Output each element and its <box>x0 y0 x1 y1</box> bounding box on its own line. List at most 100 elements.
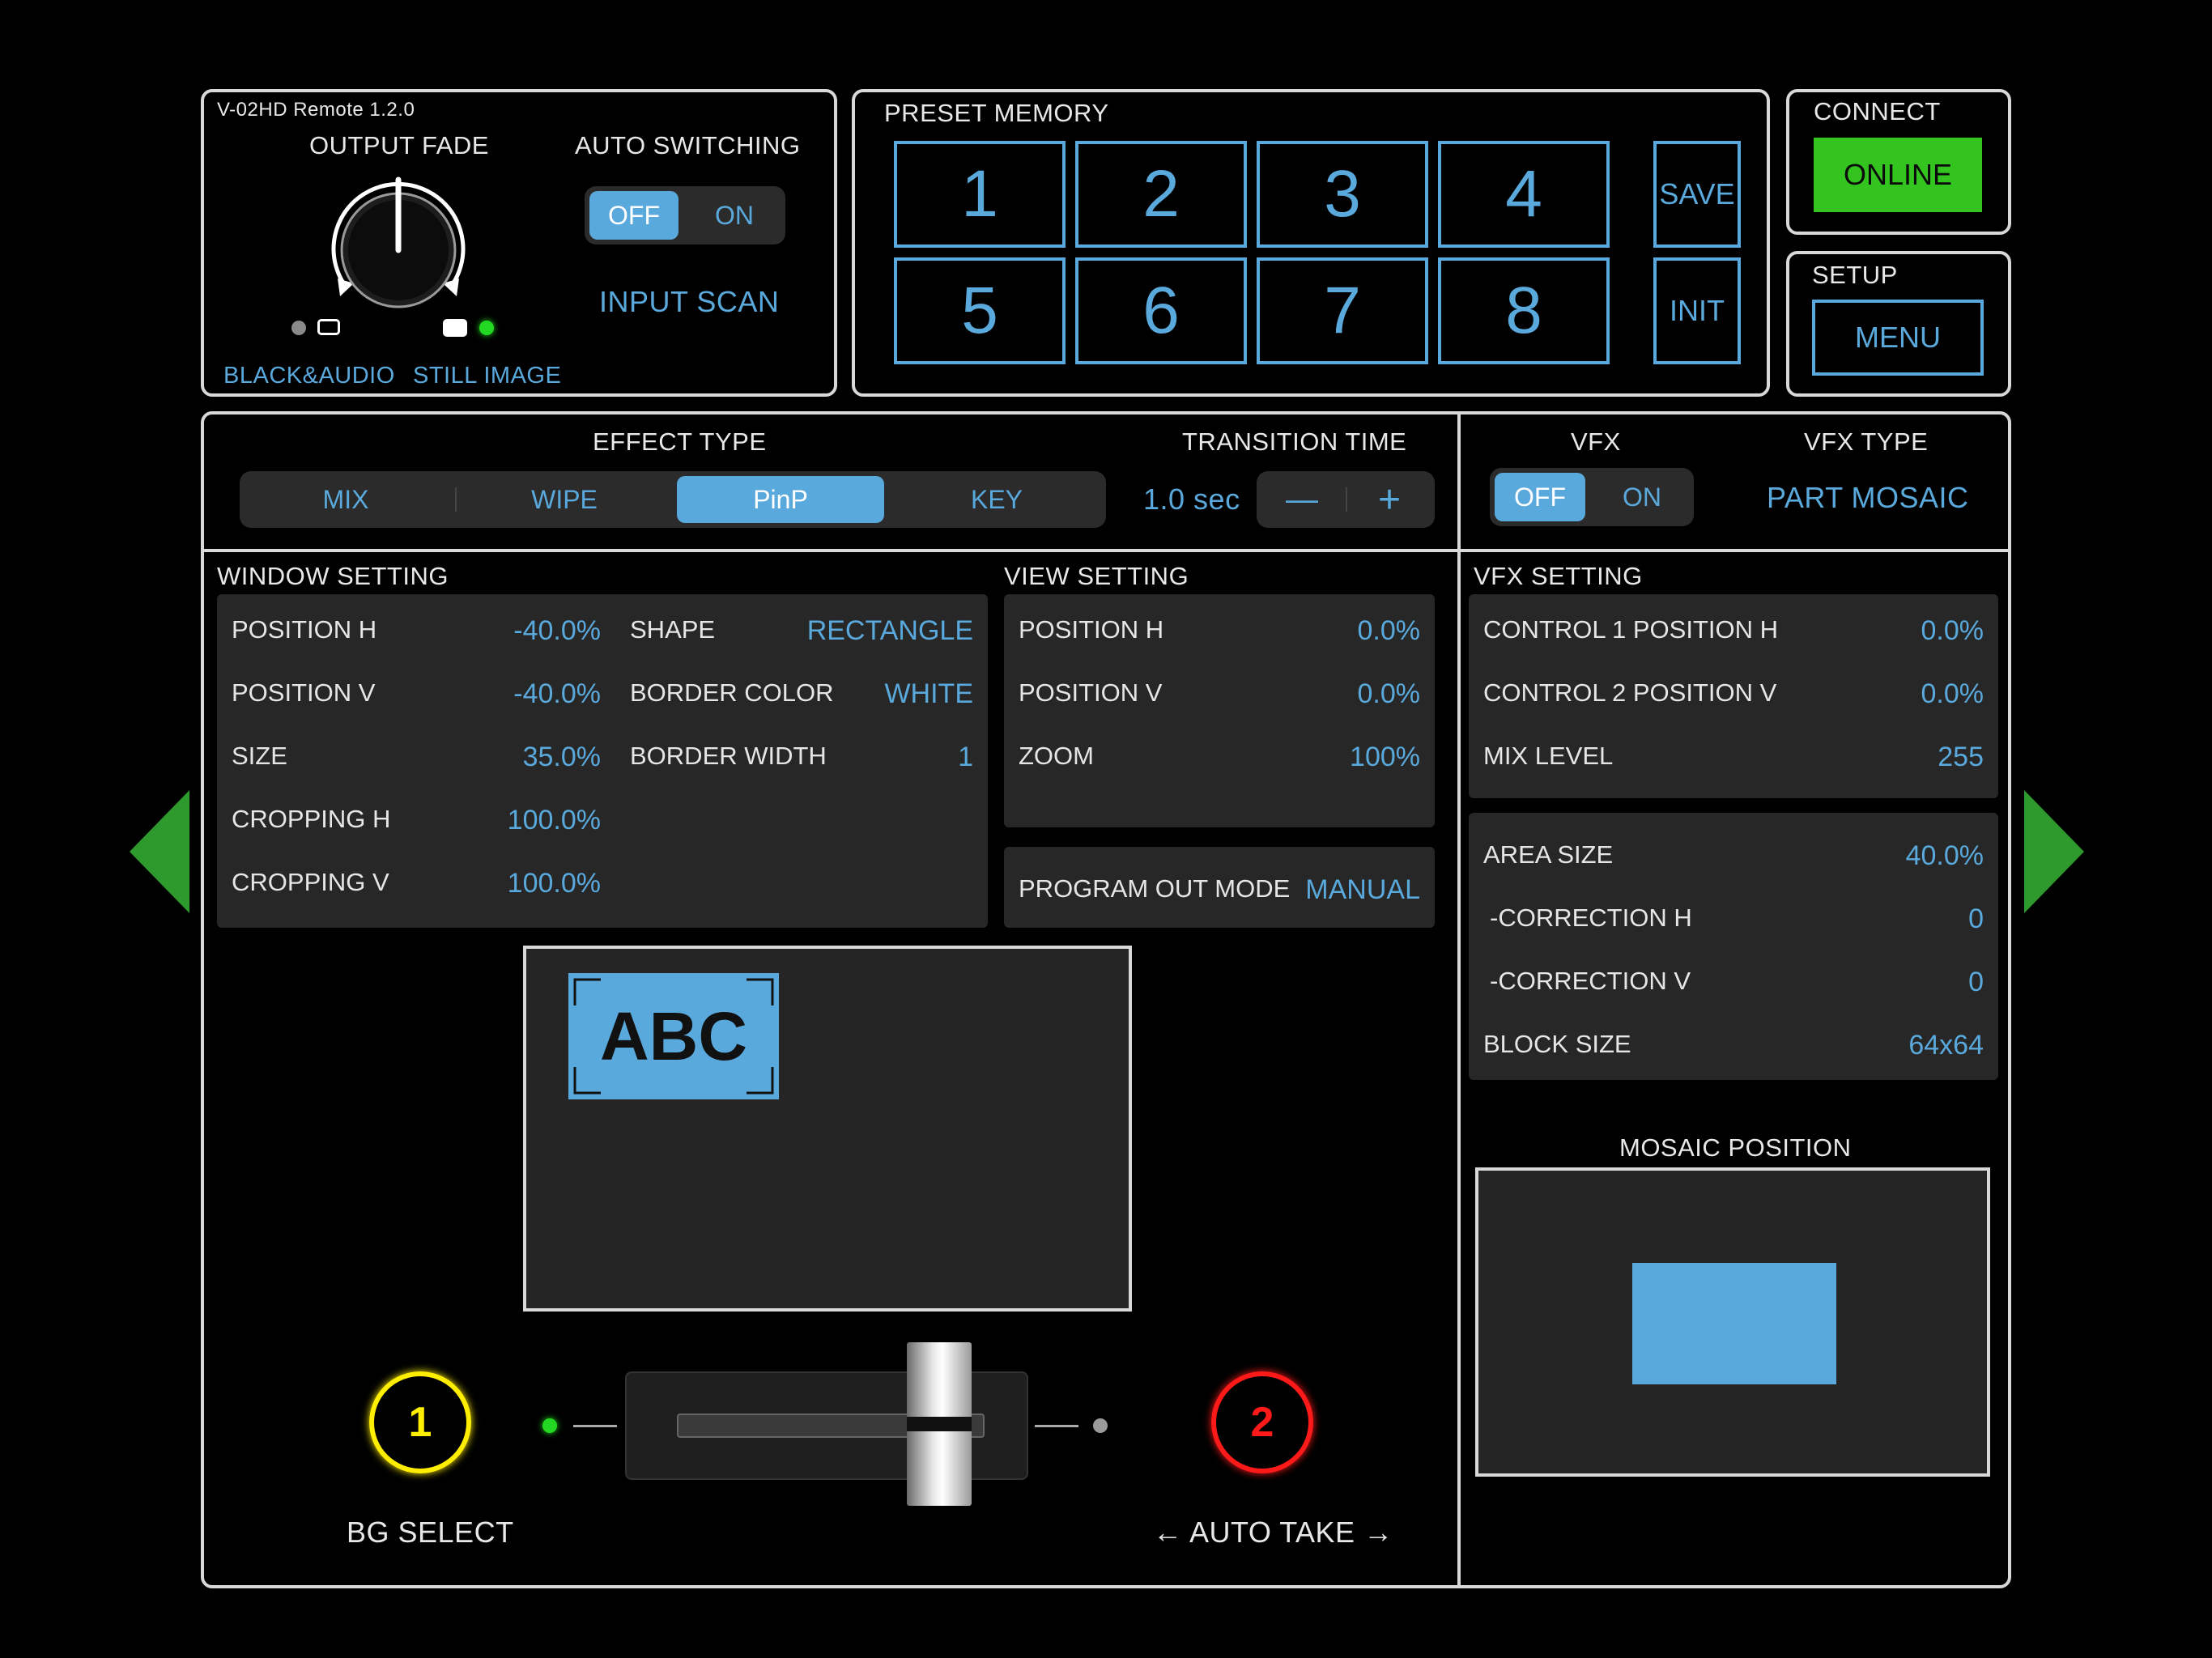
menu-button[interactable]: MENU <box>1812 300 1984 376</box>
stepper-separator <box>1346 487 1347 512</box>
program-out-mode-box[interactable]: PROGRAM OUT MODE MANUAL <box>1004 847 1435 928</box>
still-image-label[interactable]: STILL IMAGE <box>413 363 561 389</box>
fader-tick-left <box>573 1425 617 1427</box>
vfx-type-value[interactable]: PART MOSAIC <box>1767 481 1969 515</box>
vfx-on[interactable]: ON <box>1597 473 1687 521</box>
connect-title: CONNECT <box>1814 97 1941 125</box>
output-panel: V-02HD Remote 1.2.0 OUTPUT FADE BLACK&AU… <box>201 89 837 397</box>
bus-b-led <box>1093 1418 1108 1433</box>
still-image-indicator <box>443 319 467 337</box>
window-row[interactable]: BORDER COLOR WHITE <box>615 669 988 717</box>
mosaic-position-pad[interactable] <box>1475 1167 1990 1477</box>
preset-button-5[interactable]: 5 <box>894 257 1066 364</box>
transition-time-value: 1.0 sec <box>1143 483 1240 516</box>
window-row[interactable]: CROPPING H 100.0% <box>217 795 615 844</box>
auto-switching-toggle[interactable]: OFF ON <box>585 186 785 244</box>
online-button[interactable]: ONLINE <box>1814 138 1982 212</box>
preset-button-7[interactable]: 7 <box>1257 257 1428 364</box>
row-value: WHITE <box>884 678 973 709</box>
bus-a-button[interactable]: 1 <box>369 1371 471 1473</box>
row-label: CROPPING V <box>232 868 389 896</box>
vfx-row[interactable]: -CORRECTION H 0 <box>1469 894 1998 942</box>
window-setting-box: POSITION H -40.0% POSITION V -40.0% SIZE 35… <box>217 594 988 928</box>
transition-fader-handle[interactable] <box>906 1342 972 1506</box>
row-value: 0.0% <box>1921 615 1984 646</box>
preset-button-3[interactable]: 3 <box>1257 141 1428 248</box>
view-setting-box: POSITION H 0.0% POSITION V 0.0% ZOOM 100% <box>1004 594 1435 827</box>
preset-button-1[interactable]: 1 <box>894 141 1066 248</box>
row-value: 0.0% <box>1357 678 1421 709</box>
row-value: 100.0% <box>507 868 601 899</box>
setup-title: SETUP <box>1812 261 1898 289</box>
bus-b-button[interactable]: 2 <box>1211 1371 1313 1473</box>
row-value: -40.0% <box>513 615 601 646</box>
preset-button-6[interactable]: 6 <box>1075 257 1247 364</box>
preset-button-8[interactable]: 8 <box>1438 257 1610 364</box>
auto-switching-off[interactable]: OFF <box>589 191 678 240</box>
row-label: MIX LEVEL <box>1483 742 1614 770</box>
effect-mix[interactable]: MIX <box>245 476 447 523</box>
vfx-row[interactable]: MIX LEVEL 255 <box>1469 732 1998 780</box>
row-value: 0 <box>1968 967 1984 997</box>
transition-minus-button[interactable]: — <box>1261 476 1342 523</box>
row-label: CONTROL 2 POSITION V <box>1483 678 1777 707</box>
row-label: POSITION V <box>232 678 376 707</box>
next-page-arrow-icon[interactable] <box>2024 790 2084 913</box>
vfx-row[interactable]: BLOCK SIZE 64x64 <box>1469 1020 1998 1069</box>
preset-button-4[interactable]: 4 <box>1438 141 1610 248</box>
view-row[interactable]: ZOOM 100% <box>1004 732 1435 780</box>
window-row[interactable]: BORDER WIDTH 1 <box>615 732 988 780</box>
preview-window[interactable]: ABC <box>523 946 1132 1312</box>
previous-page-arrow-icon[interactable] <box>130 790 189 913</box>
preset-button-2[interactable]: 2 <box>1075 141 1247 248</box>
pinp-inset[interactable]: ABC <box>568 973 779 1099</box>
window-row[interactable]: POSITION H -40.0% <box>217 606 615 654</box>
auto-switching-on[interactable]: ON <box>690 191 779 240</box>
bus-a-number: 1 <box>408 1399 432 1446</box>
view-row[interactable]: POSITION H 0.0% <box>1004 606 1435 654</box>
inset-text: ABC <box>600 998 747 1074</box>
save-button[interactable]: SAVE <box>1653 141 1741 248</box>
transition-plus-button[interactable]: + <box>1349 476 1430 523</box>
vfx-row[interactable]: CONTROL 2 POSITION V 0.0% <box>1469 669 1998 717</box>
auto-take-label[interactable]: ← AUTO TAKE → <box>1153 1516 1393 1550</box>
effect-key[interactable]: KEY <box>895 476 1098 523</box>
black-audio-label[interactable]: BLACK&AUDIO <box>223 363 395 389</box>
vfx-row[interactable]: CONTROL 1 POSITION H 0.0% <box>1469 606 1998 654</box>
program-out-row[interactable]: PROGRAM OUT MODE MANUAL <box>1004 865 1435 913</box>
transition-time-stepper[interactable]: — + <box>1257 471 1435 528</box>
window-row[interactable]: SHAPE RECTANGLE <box>615 606 988 654</box>
vfx-setting-title: VFX SETTING <box>1474 562 1643 590</box>
row-label: BLOCK SIZE <box>1483 1030 1631 1058</box>
vfx-row[interactable]: AREA SIZE 40.0% <box>1469 831 1998 879</box>
vfx-off[interactable]: OFF <box>1495 473 1585 521</box>
row-label: AREA SIZE <box>1483 840 1614 869</box>
mosaic-area[interactable] <box>1632 1263 1836 1384</box>
black-audio-indicator <box>317 319 340 335</box>
effect-type-selector[interactable]: MIX WIPE PinP KEY <box>240 471 1106 528</box>
window-row[interactable]: POSITION V -40.0% <box>217 669 615 717</box>
row-value: 0.0% <box>1357 615 1421 646</box>
row-value: 0.0% <box>1921 678 1984 709</box>
effect-pinp[interactable]: PinP <box>677 476 884 523</box>
auto-switching-title: AUTO SWITCHING <box>575 131 801 159</box>
divider-vertical <box>1457 414 1461 1585</box>
row-label: ZOOM <box>1019 742 1094 770</box>
row-label: -CORRECTION V <box>1490 967 1691 995</box>
row-value: 35.0% <box>522 742 601 772</box>
window-row[interactable]: CROPPING V 100.0% <box>217 858 615 907</box>
effect-wipe[interactable]: WIPE <box>463 476 666 523</box>
input-scan-button[interactable]: INPUT SCAN <box>599 285 779 319</box>
init-button[interactable]: INIT <box>1653 257 1741 364</box>
row-value: -40.0% <box>513 678 601 709</box>
window-row[interactable]: SIZE 35.0% <box>217 732 615 780</box>
view-row[interactable]: POSITION V 0.0% <box>1004 669 1435 717</box>
row-value: 100% <box>1350 742 1420 772</box>
window-setting-title: WINDOW SETTING <box>217 562 449 590</box>
vfx-toggle[interactable]: OFF ON <box>1490 468 1694 526</box>
row-value: 100.0% <box>507 805 601 835</box>
vfx-row[interactable]: -CORRECTION V 0 <box>1469 957 1998 1005</box>
row-label: PROGRAM OUT MODE <box>1019 874 1291 903</box>
fader-tick-right <box>1035 1425 1078 1427</box>
bg-select-label: BG SELECT <box>347 1516 514 1549</box>
